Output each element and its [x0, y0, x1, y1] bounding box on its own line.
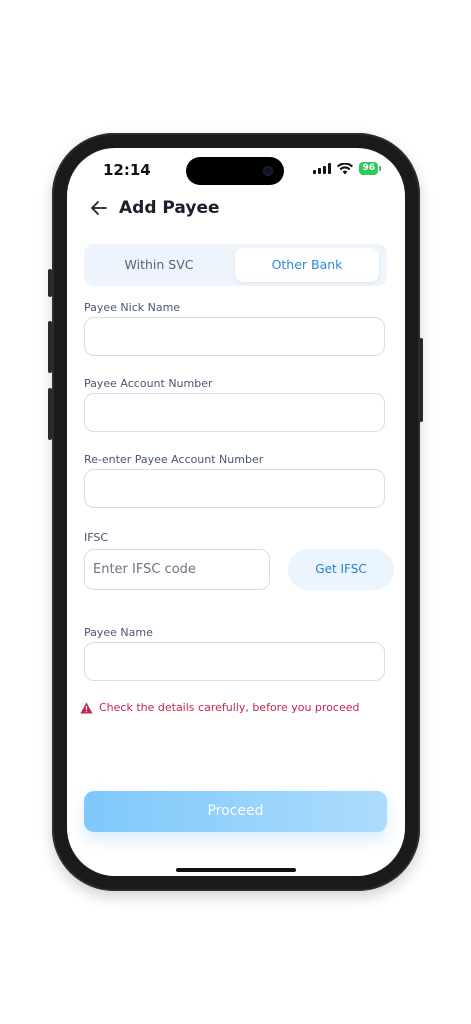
dynamic-island	[186, 157, 284, 185]
mute-switch	[48, 269, 52, 297]
page-title: Add Payee	[119, 198, 220, 218]
app-screen: 12:14 96 Add Payee Within SVC Other Bank…	[67, 148, 405, 876]
battery-nub	[379, 166, 381, 171]
warning-text: Check the details carefully, before you …	[99, 701, 360, 714]
payee-nick-name-label: Payee Nick Name	[84, 301, 181, 314]
get-ifsc-button[interactable]: Get IFSC	[288, 549, 394, 590]
warning-message: Check the details carefully, before you …	[80, 701, 360, 714]
camera-icon	[263, 166, 273, 176]
wifi-icon	[337, 162, 354, 174]
power-button	[419, 338, 423, 422]
bank-type-tabs: Within SVC Other Bank	[84, 244, 387, 286]
tab-within-svc[interactable]: Within SVC	[87, 248, 231, 282]
arrow-left-icon[interactable]	[89, 198, 109, 218]
status-icons: 96	[313, 162, 381, 175]
home-indicator[interactable]	[176, 868, 296, 872]
reenter-account-number-label: Re-enter Payee Account Number	[84, 453, 264, 466]
status-time: 12:14	[103, 161, 151, 179]
payee-account-number-input[interactable]	[84, 393, 385, 432]
payee-nick-name-input[interactable]	[84, 317, 385, 356]
volume-up-button	[48, 321, 52, 373]
proceed-button[interactable]: Proceed	[84, 791, 387, 832]
battery-icon: 96	[359, 162, 378, 175]
ifsc-label: IFSC	[84, 531, 109, 544]
tab-other-bank[interactable]: Other Bank	[235, 248, 379, 282]
payee-name-input[interactable]	[84, 642, 385, 681]
payee-name-label: Payee Name	[84, 626, 153, 639]
warning-triangle-icon	[80, 702, 93, 713]
payee-account-number-label: Payee Account Number	[84, 377, 213, 390]
volume-down-button	[48, 388, 52, 440]
reenter-account-number-input[interactable]	[84, 469, 385, 508]
page-header: Add Payee	[89, 198, 220, 218]
ifsc-input[interactable]: Enter IFSC code	[84, 549, 270, 590]
signal-icon	[313, 163, 332, 174]
